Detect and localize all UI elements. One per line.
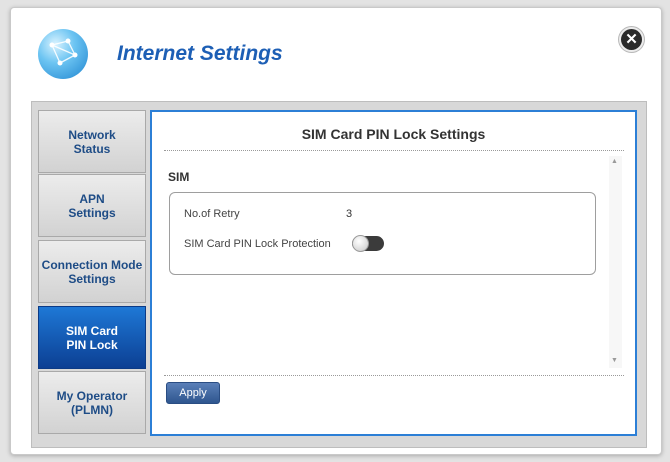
sidebar-item-label: My Operator (PLMN) bbox=[56, 388, 128, 417]
title-divider bbox=[164, 150, 624, 151]
pin-lock-toggle[interactable] bbox=[352, 235, 384, 252]
scrollbar[interactable]: ▲ ▼ bbox=[609, 156, 622, 368]
globe-icon bbox=[38, 29, 88, 79]
network-globe-graphic bbox=[49, 38, 78, 66]
sidebar-item-apn-settings[interactable]: APN Settings bbox=[38, 174, 146, 237]
footer-divider bbox=[164, 375, 624, 376]
sidebar-item-label: SIM Card PIN Lock bbox=[65, 323, 118, 352]
retry-value: 3 bbox=[346, 208, 353, 220]
sim-settings-group: No.of Retry 3 SIM Card PIN Lock Protecti… bbox=[169, 192, 596, 275]
sidebar-item-connection-mode[interactable]: Connection Mode Settings bbox=[38, 240, 146, 303]
page-title: Internet Settings bbox=[117, 42, 283, 65]
content-title: SIM Card PIN Lock Settings bbox=[301, 126, 486, 142]
sidebar-item-label: Connection Mode Settings bbox=[41, 257, 143, 286]
sidebar-item-label: APN Settings bbox=[68, 191, 116, 220]
retry-label: No.of Retry bbox=[184, 208, 240, 220]
section-label: SIM bbox=[168, 170, 190, 184]
scroll-down-icon[interactable]: ▼ bbox=[611, 357, 618, 364]
scroll-up-icon[interactable]: ▲ bbox=[611, 158, 618, 165]
apply-button[interactable]: Apply bbox=[166, 382, 220, 404]
pin-lock-label: SIM Card PIN Lock Protection bbox=[184, 238, 331, 250]
toggle-knob bbox=[352, 235, 369, 252]
close-icon: ✕ bbox=[625, 31, 638, 48]
sidebar-item-sim-pin-lock[interactable]: SIM Card PIN Lock bbox=[38, 306, 146, 369]
close-button[interactable]: ✕ bbox=[621, 29, 642, 50]
sidebar-item-label: Network Status bbox=[68, 127, 116, 156]
sidebar-item-my-operator[interactable]: My Operator (PLMN) bbox=[38, 371, 146, 434]
content-panel: SIM Card PIN Lock Settings SIM No.of Ret… bbox=[150, 110, 637, 436]
sidebar-item-network-status[interactable]: Network Status bbox=[38, 110, 146, 173]
